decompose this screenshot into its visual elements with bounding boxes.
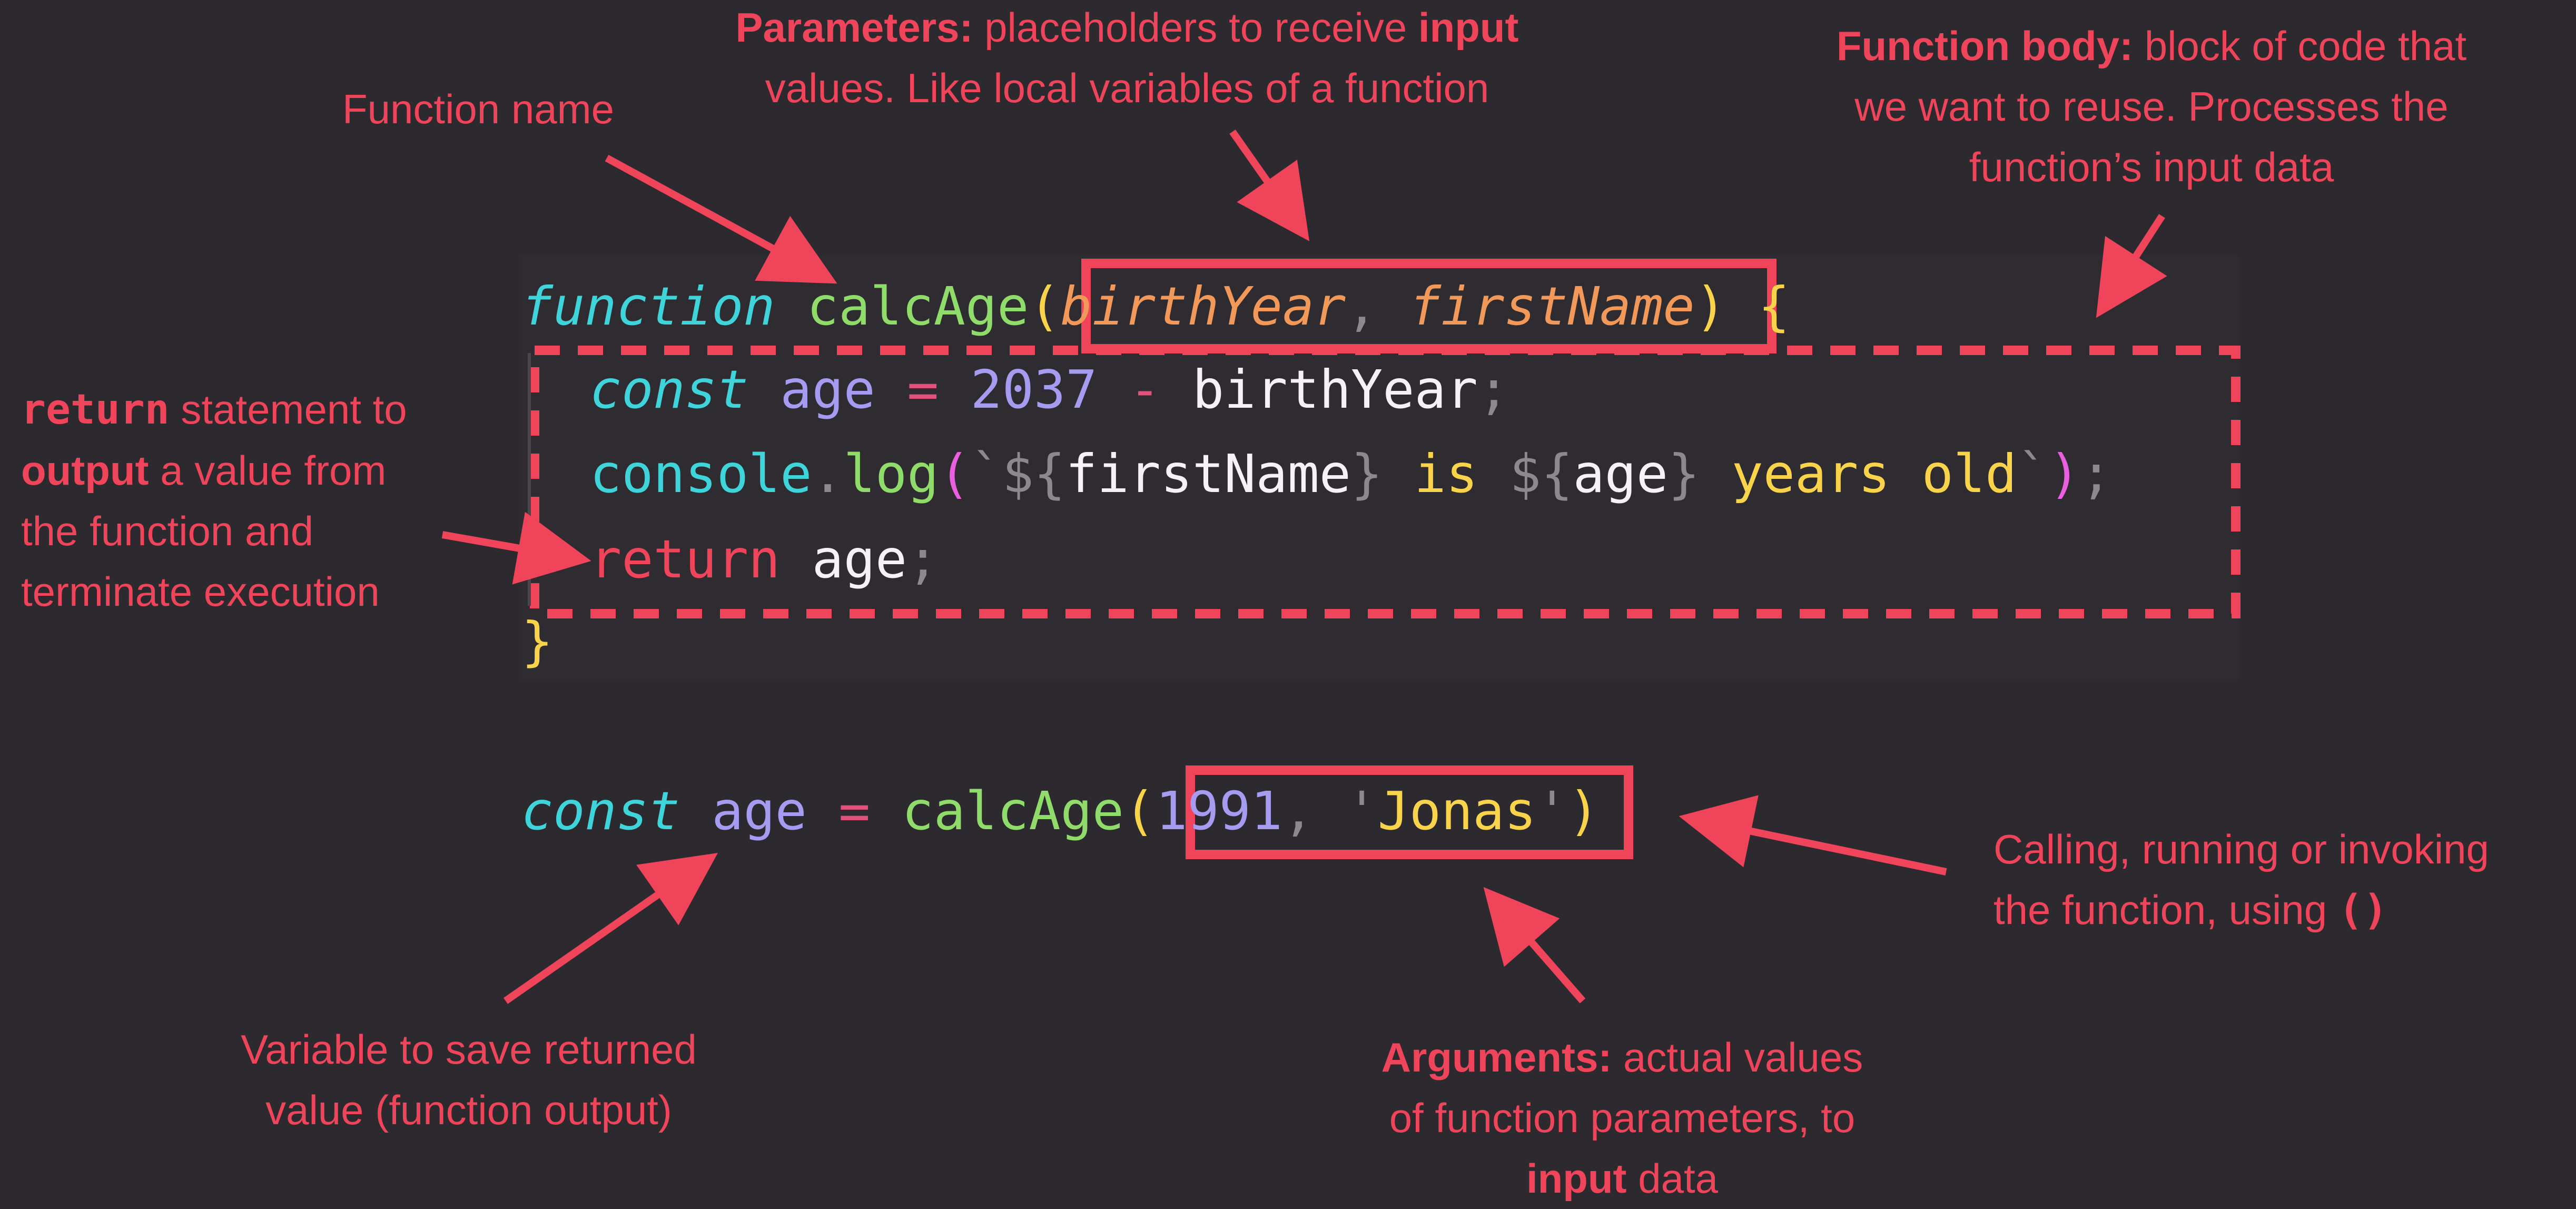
arrow-variable: [503, 852, 718, 1004]
template-text-is: is: [1383, 443, 1510, 505]
function-name-label: Function name: [342, 86, 614, 132]
body-text-1: block of code that: [2133, 23, 2467, 69]
param-birthYear: birthYear: [1060, 276, 1346, 337]
arguments-text-3: data: [1626, 1155, 1719, 1202]
method-log: log: [843, 443, 939, 505]
parameters-text: placeholders to receive: [973, 4, 1418, 51]
keyword-const: const: [521, 780, 680, 842]
paren-close: ): [1567, 780, 1600, 842]
calling-line-2: the function, using (): [1993, 880, 2489, 941]
parameters-bold: Parameters:: [735, 4, 973, 51]
body-bold: Function body:: [1836, 23, 2134, 69]
paren-open: (: [1029, 276, 1061, 337]
backtick-open: `: [970, 443, 1002, 505]
parameters-line-2: values. Like local variables of a functi…: [765, 65, 1489, 111]
paren-close: ): [1694, 276, 1726, 337]
keyword-function: function: [521, 276, 775, 337]
function-name-calcAge: calcAge: [806, 276, 1029, 337]
calling-line-1: Calling, running or invoking: [1993, 826, 2489, 872]
brace-open: {: [1758, 276, 1790, 337]
code-line-call: const age = calcAge(1991, 'Jonas'): [521, 785, 1600, 838]
dot: .: [812, 443, 844, 505]
return-line-4: terminate execution: [21, 568, 380, 615]
interp-open: ${: [1002, 443, 1066, 505]
arguments-bold: Arguments:: [1381, 1034, 1612, 1080]
number-2037: 2037: [970, 359, 1098, 420]
calling-parens: (): [2338, 887, 2388, 934]
arrow-parameters: [1229, 129, 1310, 241]
variable-age: age: [712, 780, 807, 842]
code-line-console-log: console.log(`${firstName} is ${age} year…: [590, 448, 2112, 500]
code-line-const-age: const age = 2037 - birthYear;: [590, 363, 1509, 416]
template-text-years-old: years old: [1700, 443, 2017, 505]
arguments-line-3: input data: [1327, 1148, 1917, 1209]
paren-open: (: [1123, 780, 1156, 842]
interp-firstName: firstName: [1065, 443, 1351, 505]
return-text-1: statement to: [169, 386, 407, 433]
calling-text-2: the function, using: [1993, 887, 2338, 933]
parameters-input-bold: input: [1418, 4, 1519, 51]
operator-minus: -: [1129, 359, 1161, 420]
parameters-line-1: Parameters: placeholders to receive inpu…: [653, 0, 1601, 58]
arguments-line-2: of function parameters, to: [1389, 1095, 1855, 1141]
paren-close: ): [2048, 443, 2080, 505]
arguments-text-1: actual values: [1612, 1034, 1863, 1080]
paren-open: (: [939, 443, 971, 505]
arguments-input-bold: input: [1526, 1155, 1627, 1202]
annotation-function-name: Function name: [342, 79, 614, 140]
quote-open: ': [1346, 780, 1378, 842]
body-line-3: function’s input data: [1969, 144, 2334, 190]
annotation-parameters: Parameters: placeholders to receive inpu…: [653, 0, 1601, 119]
param-firstName: firstName: [1409, 276, 1695, 337]
return-age: age: [812, 528, 907, 590]
operator-assign: =: [838, 780, 871, 842]
quote-close: ': [1536, 780, 1568, 842]
brace-close: }: [521, 611, 554, 672]
interp-close: }: [1351, 443, 1383, 505]
semicolon: ;: [907, 528, 939, 590]
annotation-return: return statement to output a value from …: [21, 379, 407, 622]
argument-1991: 1991: [1156, 780, 1283, 842]
code-line-function-declaration: function calcAge(birthYear, firstName) {: [521, 280, 1790, 333]
variable-age: age: [780, 359, 875, 420]
annotation-variable: Variable to save returned value (functio…: [205, 1019, 732, 1141]
variable-line-1: Variable to save returned: [241, 1026, 697, 1073]
return-line-2: output a value from: [21, 440, 407, 501]
arrow-calling: [1679, 795, 1947, 876]
annotation-function-body: Function body: block of code that we wan…: [1775, 16, 2528, 198]
interp-close: }: [1668, 443, 1700, 505]
argument-Jonas: Jonas: [1377, 780, 1536, 842]
keyword-return: return: [590, 528, 781, 590]
arguments-line-1: Arguments: actual values: [1327, 1027, 1917, 1088]
semicolon: ;: [2080, 443, 2113, 505]
variable-line-2: value (function output): [265, 1087, 672, 1133]
code-line-closing-brace: }: [521, 615, 553, 668]
call-calcAge: calcAge: [902, 780, 1124, 842]
semicolon: ;: [1477, 359, 1510, 420]
interp-age: age: [1573, 443, 1669, 505]
return-text-2: a value from: [149, 447, 387, 494]
return-line-3: the function and: [21, 508, 314, 554]
comma: ,: [1282, 780, 1315, 842]
return-keyword: return: [21, 386, 170, 434]
body-line-2: we want to reuse. Processes the: [1854, 83, 2449, 130]
comma: ,: [1346, 276, 1378, 337]
operator-assign: =: [907, 359, 939, 420]
body-line-1: Function body: block of code that: [1775, 16, 2528, 76]
ref-birthYear: birthYear: [1192, 359, 1478, 420]
return-line-1: return statement to: [21, 379, 407, 440]
annotation-calling: Calling, running or invoking the functio…: [1993, 819, 2489, 941]
object-console: console: [590, 443, 812, 505]
return-output-bold: output: [21, 447, 149, 494]
code-line-return: return age;: [590, 533, 939, 586]
backtick-close: `: [2017, 443, 2049, 505]
keyword-const: const: [590, 359, 749, 420]
interp-open: ${: [1509, 443, 1573, 505]
annotation-arguments: Arguments: actual values of function par…: [1327, 1027, 1917, 1209]
arrow-arguments: [1483, 887, 1586, 1004]
